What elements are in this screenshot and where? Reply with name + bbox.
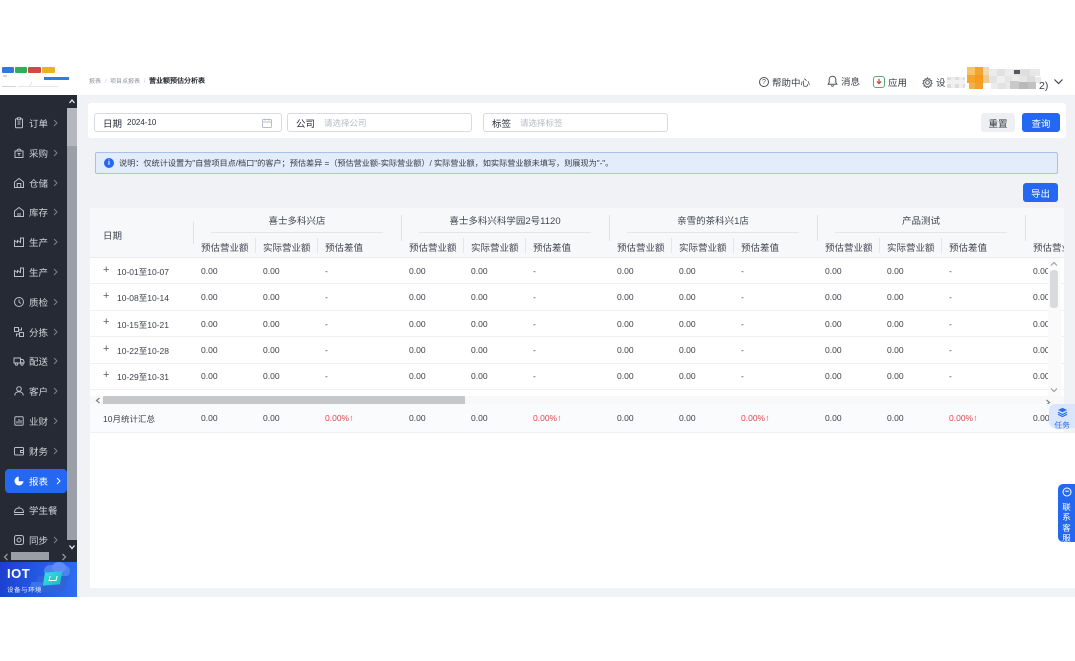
svg-text:2): 2) — [1039, 80, 1048, 92]
